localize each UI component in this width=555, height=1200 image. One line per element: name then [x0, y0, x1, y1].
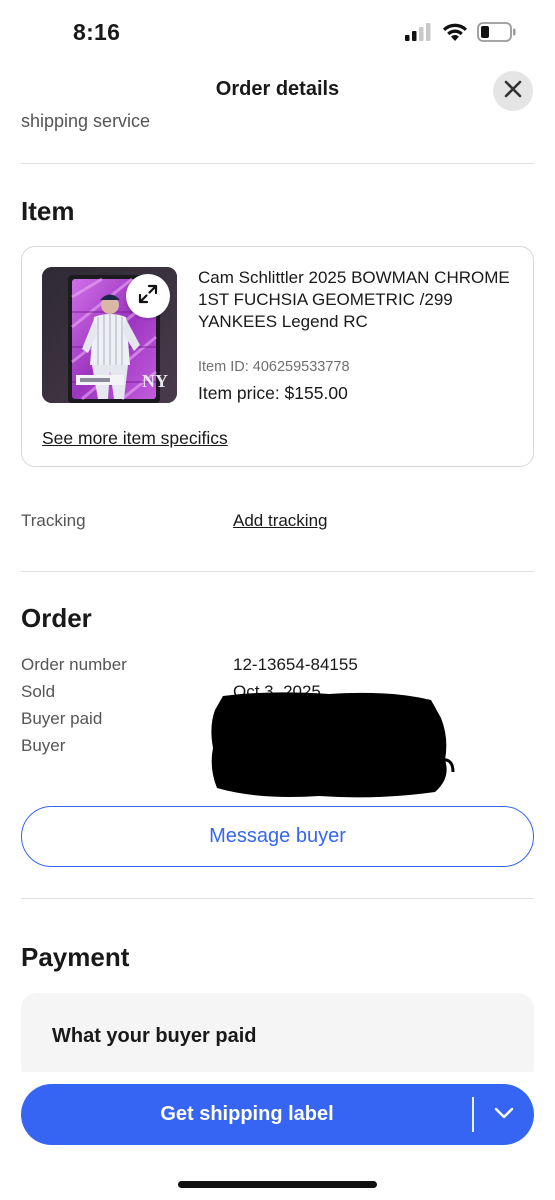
- item-section-title: Item: [21, 196, 75, 226]
- status-icons: [405, 22, 517, 47]
- buyer-paid-label: Buyer paid: [21, 709, 103, 728]
- svg-text:NY: NY: [142, 371, 168, 391]
- order-number-label: Order number: [21, 655, 127, 674]
- get-shipping-label-button[interactable]: Get shipping label: [21, 1084, 534, 1145]
- battery-icon: [477, 22, 517, 47]
- shipping-options-dropdown-button[interactable]: [474, 1084, 534, 1145]
- redaction-mark: [209, 688, 455, 802]
- item-image[interactable]: NY: [42, 267, 177, 403]
- order-details-header: Order details: [0, 64, 555, 116]
- payment-section-title: Payment: [21, 942, 130, 972]
- buyer-label: Buyer: [21, 736, 66, 755]
- order-section-title: Order: [21, 603, 92, 633]
- divider: [21, 898, 534, 899]
- page-title: Order details: [215, 78, 340, 100]
- expand-icon: [138, 284, 158, 309]
- shipping-service-label: shipping service: [21, 111, 151, 131]
- order-number-value: 12-13654-84155: [233, 655, 358, 674]
- item-card: NY Cam Schlittler 2025 BOWMAN CHROME 1ST…: [21, 246, 534, 467]
- buyer-paid-card-title: What your buyer paid: [52, 1025, 257, 1047]
- status-time: 8:16: [73, 19, 121, 45]
- buyer-paid-card: What your buyer paid: [21, 993, 534, 1083]
- divider: [21, 163, 534, 164]
- close-button[interactable]: [493, 71, 533, 111]
- tracking-label: Tracking: [21, 511, 86, 530]
- divider: [21, 571, 534, 572]
- close-icon: [504, 80, 522, 103]
- item-title[interactable]: Cam Schlittler 2025 BOWMAN CHROME 1ST FU…: [198, 267, 523, 333]
- chevron-down-icon: [494, 1106, 514, 1124]
- wifi-icon: [442, 23, 468, 47]
- expand-image-button[interactable]: [126, 274, 170, 318]
- get-shipping-label-text: Get shipping label: [160, 1103, 334, 1125]
- status-bar: 8:16: [0, 0, 555, 64]
- see-more-item-specifics-link[interactable]: See more item specifics: [42, 428, 228, 449]
- add-tracking-link[interactable]: Add tracking: [233, 511, 328, 531]
- cellular-signal-icon: [405, 23, 433, 46]
- item-id: Item ID: 406259533778: [198, 359, 350, 375]
- item-price: Item price: $155.00: [198, 383, 348, 403]
- sold-label: Sold: [21, 682, 56, 701]
- message-buyer-button[interactable]: Message buyer: [21, 806, 534, 867]
- home-indicator: [178, 1181, 377, 1188]
